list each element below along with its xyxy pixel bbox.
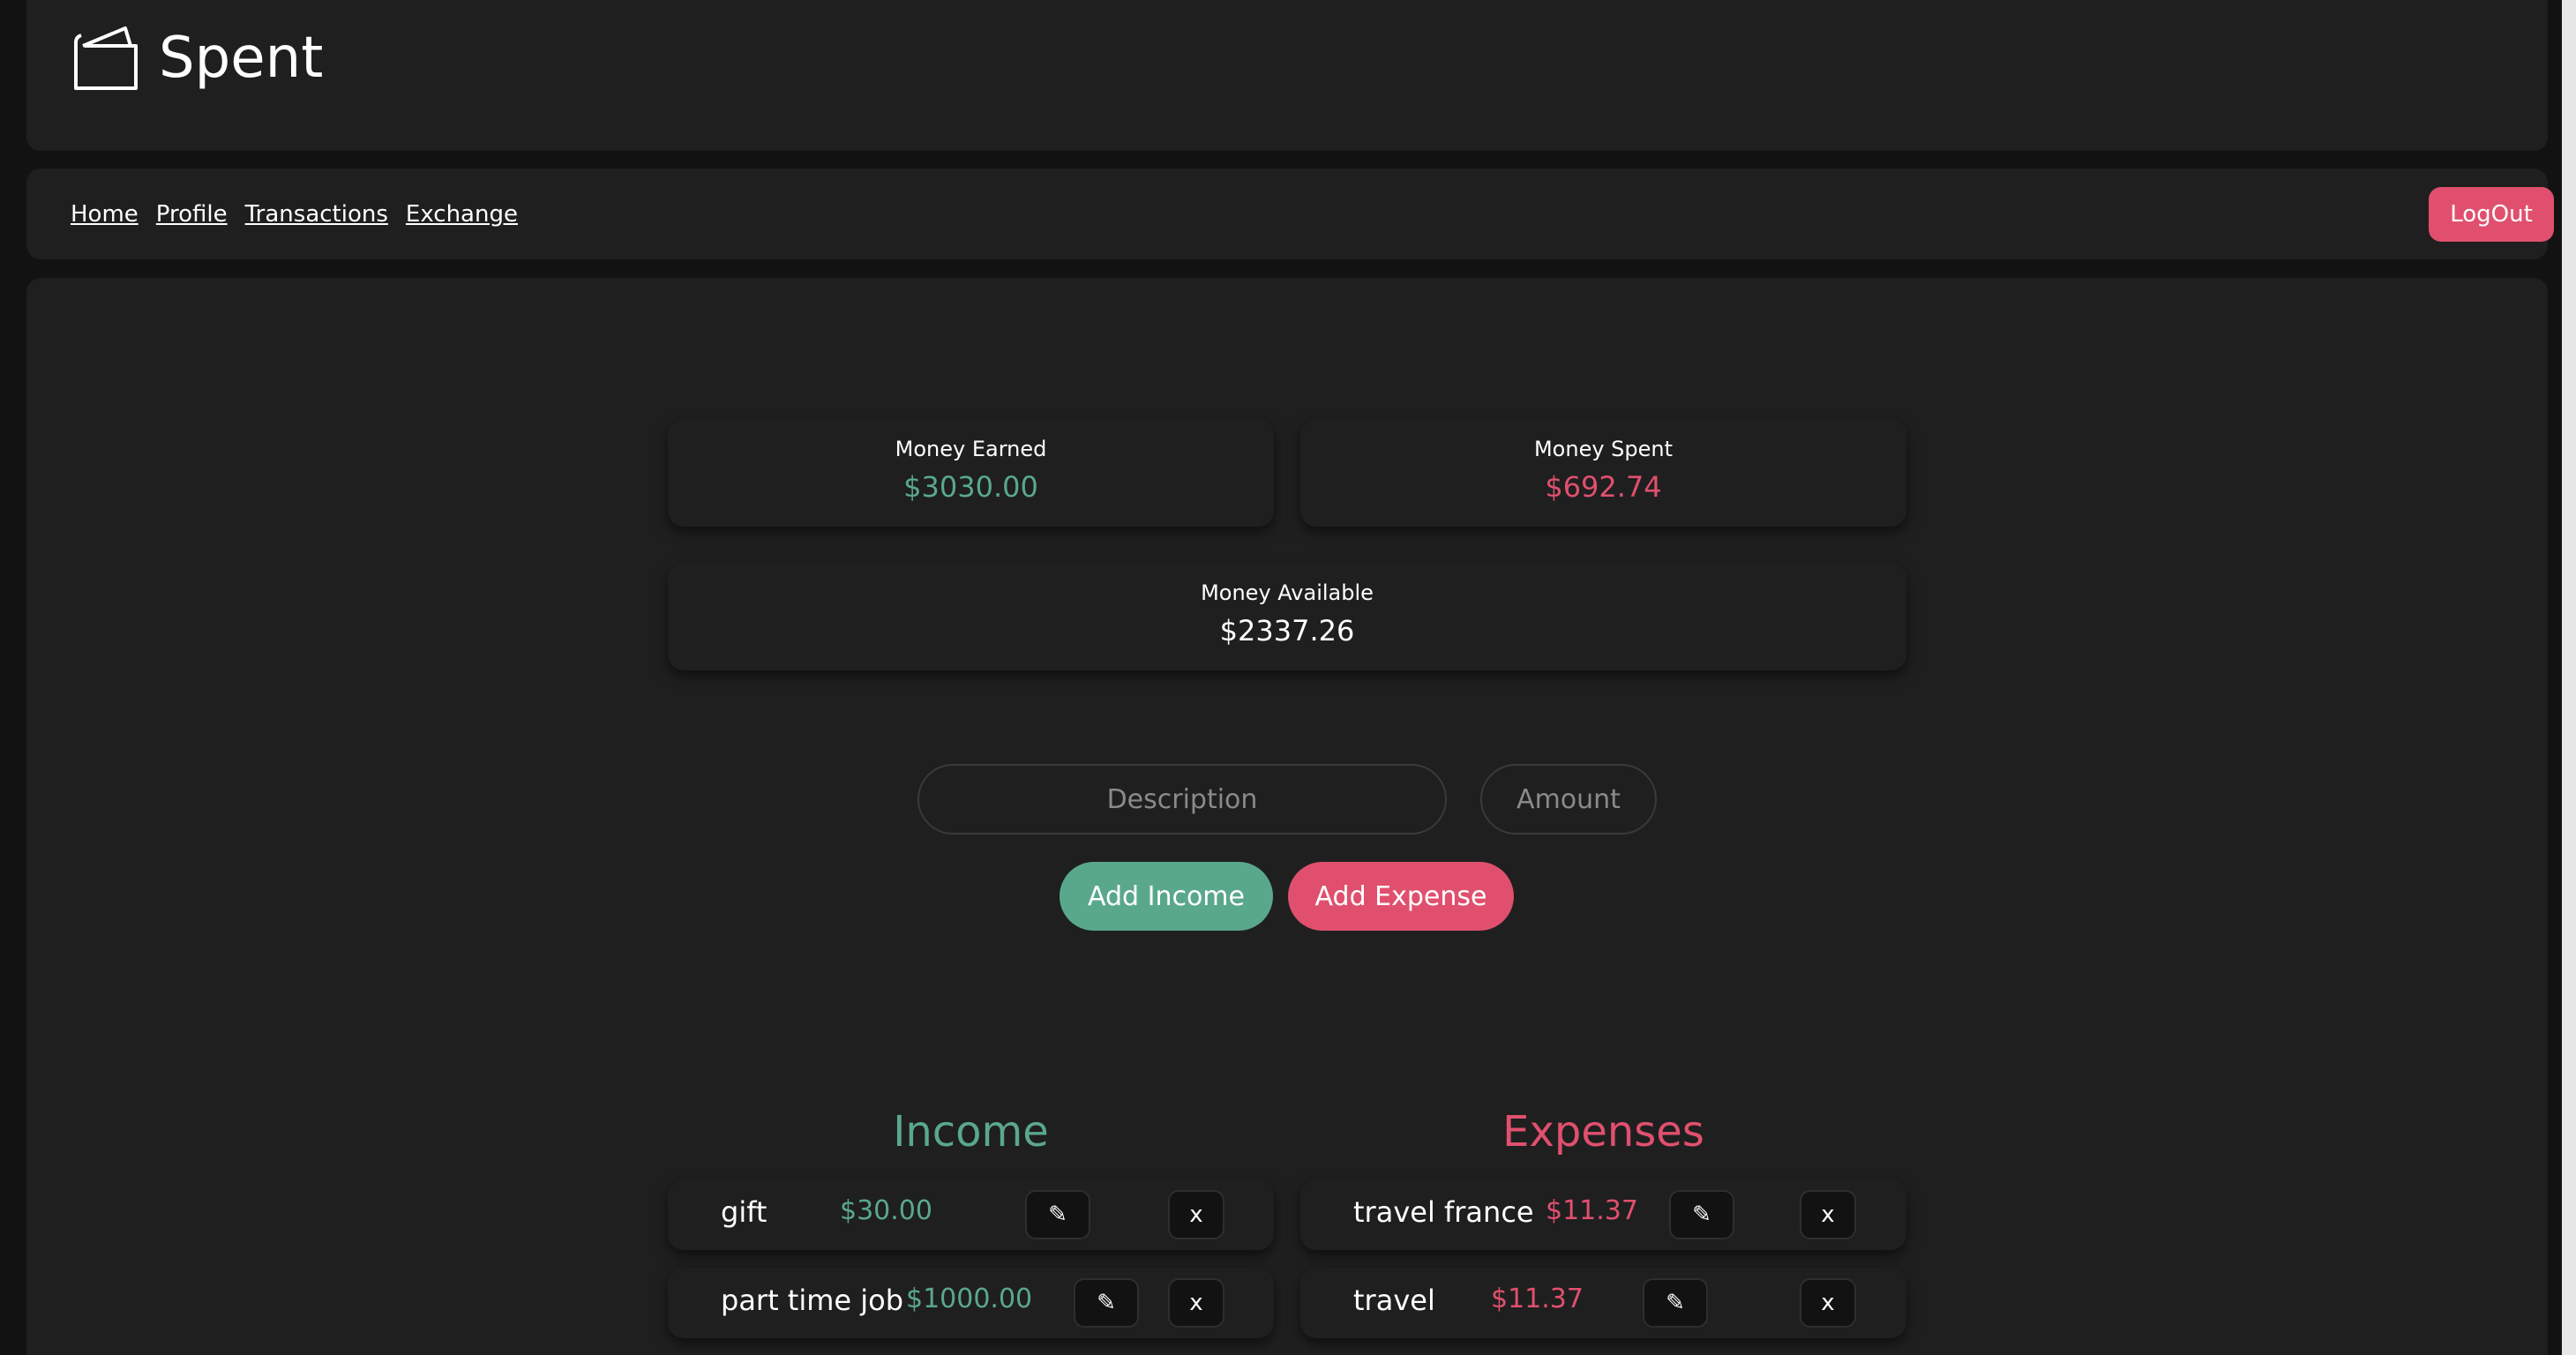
income-description: gift (721, 1195, 768, 1229)
logout-button[interactable]: LogOut (2429, 187, 2554, 242)
nav-link-profile[interactable]: Profile (156, 201, 228, 228)
money-available-value: $2337.26 (1219, 614, 1355, 648)
amount-input[interactable] (1480, 764, 1657, 835)
delete-icon[interactable]: x (1800, 1190, 1856, 1239)
edit-icon[interactable]: ✎ (1025, 1190, 1090, 1239)
wallet-icon (74, 26, 138, 90)
nav-link-home[interactable]: Home (71, 201, 139, 228)
money-earned-card: Money Earned $3030.00 (668, 419, 1274, 527)
money-earned-label: Money Earned (895, 437, 1047, 461)
expense-row: travel $11.37 ✎ x (1300, 1268, 1906, 1338)
edit-icon[interactable]: ✎ (1669, 1190, 1734, 1239)
main-content: Money Earned $3030.00 Money Spent $692.7… (26, 278, 2548, 1355)
expense-description: travel france (1353, 1195, 1534, 1229)
income-amount: $1000.00 (906, 1284, 1033, 1314)
money-spent-value: $692.74 (1545, 470, 1662, 504)
money-earned-value: $3030.00 (903, 470, 1038, 504)
window-edge (2562, 0, 2576, 1355)
nav-bar: Home Profile Transactions Exchange LogOu… (26, 168, 2554, 259)
app-header: Spent (26, 0, 2548, 151)
money-available-card: Money Available $2337.26 (668, 563, 1906, 670)
delete-icon[interactable]: x (1800, 1278, 1856, 1328)
income-description: part time job (721, 1284, 904, 1317)
money-spent-card: Money Spent $692.74 (1300, 419, 1906, 527)
nav-link-exchange[interactable]: Exchange (406, 201, 518, 228)
expense-amount: $11.37 (1491, 1284, 1584, 1314)
income-title: Income (893, 1107, 1049, 1157)
nav-link-transactions[interactable]: Transactions (245, 201, 388, 228)
expense-row: travel france $11.37 ✎ x (1300, 1179, 1906, 1250)
money-available-label: Money Available (1201, 580, 1374, 605)
expense-amount: $11.37 (1546, 1195, 1638, 1226)
money-spent-label: Money Spent (1533, 437, 1674, 461)
expense-description: travel (1353, 1284, 1435, 1317)
app-title: Spent (159, 26, 324, 91)
delete-icon[interactable]: x (1168, 1190, 1224, 1239)
nav-links: Home Profile Transactions Exchange (71, 168, 518, 259)
expenses-title: Expenses (1502, 1107, 1704, 1157)
income-row: part time job $1000.00 ✎ x (668, 1268, 1274, 1338)
edit-icon[interactable]: ✎ (1074, 1278, 1139, 1328)
add-income-button[interactable]: Add Income (1060, 862, 1273, 931)
edit-icon[interactable]: ✎ (1643, 1278, 1708, 1328)
income-amount: $30.00 (840, 1195, 932, 1226)
income-row: gift $30.00 ✎ x (668, 1179, 1274, 1250)
delete-icon[interactable]: x (1168, 1278, 1224, 1328)
add-expense-button[interactable]: Add Expense (1288, 862, 1514, 931)
description-input[interactable] (917, 764, 1447, 835)
